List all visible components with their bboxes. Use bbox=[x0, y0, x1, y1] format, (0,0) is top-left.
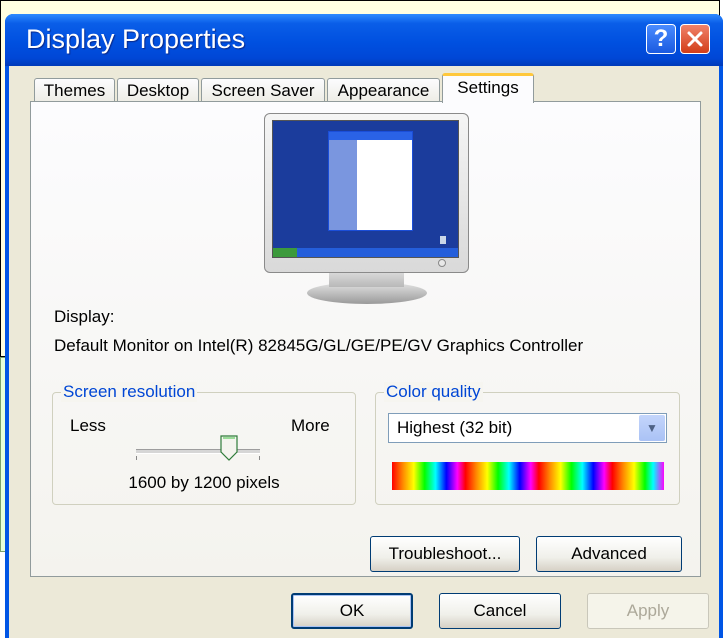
troubleshoot-button-face[interactable]: Troubleshoot... bbox=[370, 536, 520, 572]
help-button[interactable]: ? bbox=[646, 24, 676, 54]
slider-tick bbox=[136, 456, 137, 460]
settings-tab-panel: Display: Default Monitor on Intel(R) 828… bbox=[30, 101, 701, 577]
display-value: Default Monitor on Intel(R) 82845G/GL/GE… bbox=[54, 336, 584, 355]
dropdown-button[interactable]: ▼ bbox=[639, 415, 665, 441]
tab-themes[interactable]: Themes bbox=[34, 78, 115, 101]
resolution-slider-thumb[interactable] bbox=[220, 435, 238, 461]
monitor-preview-screen bbox=[272, 120, 459, 258]
ok-button[interactable]: OK bbox=[291, 593, 413, 629]
tab-appearance[interactable]: Appearance bbox=[327, 78, 440, 101]
color-quality-select[interactable]: Highest (32 bit) ▼ bbox=[388, 413, 667, 443]
resolution-less-label: Less bbox=[70, 416, 106, 435]
screen-resolution-label: Screen resolution bbox=[61, 382, 198, 402]
tab-desktop[interactable]: Desktop bbox=[117, 78, 199, 101]
preview-window-sidebar bbox=[329, 140, 357, 230]
chevron-down-icon: ▼ bbox=[646, 421, 658, 435]
display-label: Display: bbox=[54, 307, 115, 326]
screen-resolution-group: Screen resolution Less More 1600 by 1200… bbox=[52, 382, 356, 505]
monitor-stand-neck bbox=[329, 273, 404, 287]
color-quality-label: Color quality bbox=[384, 382, 483, 402]
preview-window-titlebar bbox=[329, 132, 412, 140]
recycle-bin-icon bbox=[440, 236, 446, 244]
slider-tick bbox=[259, 456, 260, 460]
preview-start-button bbox=[273, 248, 297, 257]
resolution-more-label: More bbox=[291, 416, 330, 435]
display-properties-window: Display Properties ? Themes Desktop Scre… bbox=[5, 14, 723, 638]
close-button[interactable] bbox=[680, 24, 710, 54]
preview-window bbox=[328, 131, 413, 231]
power-led-icon bbox=[438, 259, 446, 267]
dialog-client-area: Themes Desktop Screen Saver Appearance S… bbox=[9, 66, 719, 638]
resolution-value: 1600 by 1200 pixels bbox=[128, 473, 280, 492]
tab-screen-saver[interactable]: Screen Saver bbox=[201, 78, 325, 101]
close-icon bbox=[687, 31, 703, 47]
color-quality-value: Highest (32 bit) bbox=[397, 418, 513, 437]
preview-taskbar bbox=[273, 248, 458, 257]
tab-settings[interactable]: Settings bbox=[442, 73, 534, 103]
title-bar[interactable]: Display Properties ? bbox=[5, 14, 723, 66]
color-quality-group: Color quality Highest (32 bit) ▼ bbox=[375, 382, 680, 505]
apply-button[interactable]: Apply bbox=[587, 593, 709, 629]
color-spectrum-preview bbox=[392, 462, 664, 490]
help-icon: ? bbox=[653, 25, 669, 52]
advanced-button[interactable]: Advanced bbox=[536, 536, 682, 572]
resolution-slider-track[interactable] bbox=[136, 449, 260, 454]
cancel-button[interactable]: Cancel bbox=[439, 593, 561, 629]
window-title: Display Properties bbox=[26, 24, 246, 54]
